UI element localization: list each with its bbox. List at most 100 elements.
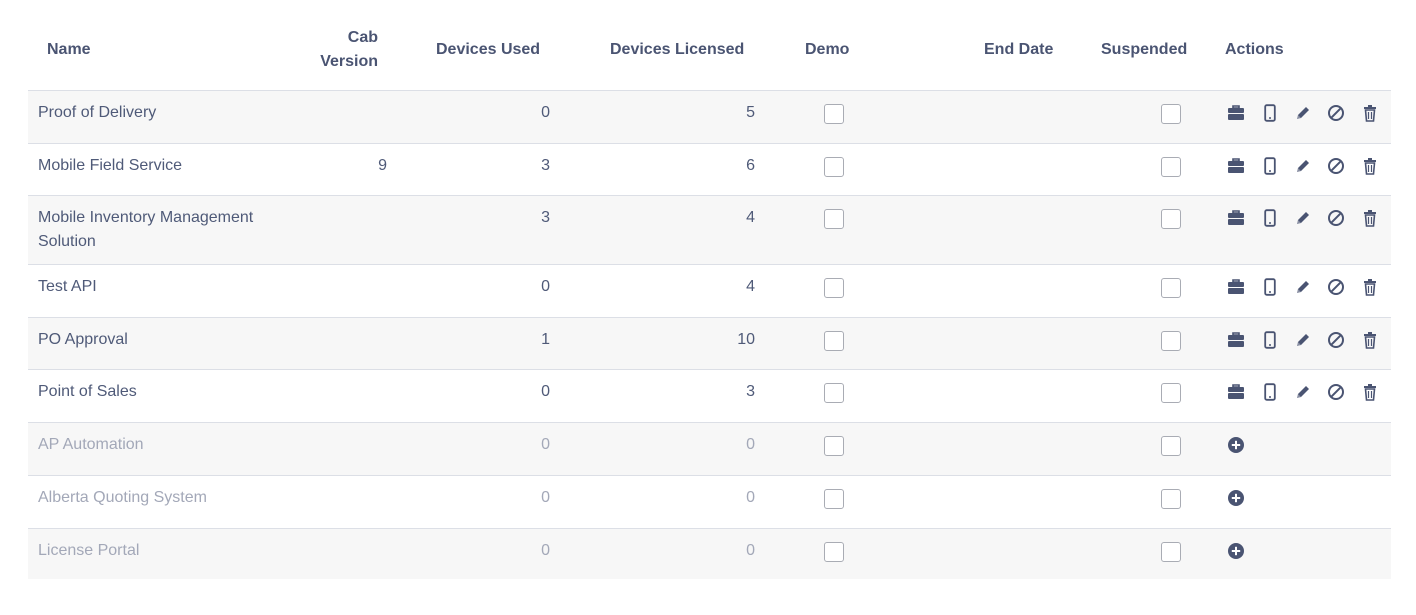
table-row: Mobile Inventory Management Solution 3 4 <box>28 196 1391 265</box>
devices-used: 0 <box>541 542 550 559</box>
mobile-device-icon[interactable] <box>1260 277 1280 297</box>
demo-checkbox[interactable] <box>824 542 844 562</box>
table-row: Test API 0 4 <box>28 265 1391 318</box>
pencil-edit-icon[interactable] <box>1293 277 1313 297</box>
header-actions: Actions <box>1225 41 1284 58</box>
plus-circle-icon[interactable] <box>1226 541 1246 561</box>
app-name: PO Approval <box>38 331 128 348</box>
table-row: Mobile Field Service 9 3 6 <box>28 144 1391 196</box>
ban-suspend-icon[interactable] <box>1326 156 1346 176</box>
devices-licensed: 0 <box>746 489 755 506</box>
devices-used: 0 <box>541 436 550 453</box>
suspended-checkbox[interactable] <box>1161 436 1181 456</box>
devices-licensed: 0 <box>746 436 755 453</box>
suspended-checkbox[interactable] <box>1161 157 1181 177</box>
header-devices-licensed[interactable]: Devices Licensed <box>610 38 744 62</box>
cab-version: 9 <box>378 157 387 174</box>
demo-checkbox[interactable] <box>824 331 844 351</box>
pencil-edit-icon[interactable] <box>1293 382 1313 402</box>
suspended-checkbox[interactable] <box>1161 209 1181 229</box>
table-header: Name Cab Version Devices Used Devices Li… <box>28 0 1391 91</box>
demo-checkbox[interactable] <box>824 209 844 229</box>
header-name[interactable]: Name <box>47 38 91 62</box>
briefcase-icon[interactable] <box>1226 277 1246 297</box>
header-end-date[interactable]: End Date <box>984 38 1053 62</box>
demo-checkbox[interactable] <box>824 383 844 403</box>
mobile-device-icon[interactable] <box>1260 156 1280 176</box>
app-name: Proof of Delivery <box>38 104 157 121</box>
trash-delete-icon[interactable] <box>1360 156 1380 176</box>
briefcase-icon[interactable] <box>1226 330 1246 350</box>
applications-table: Name Cab Version Devices Used Devices Li… <box>28 0 1391 579</box>
demo-checkbox[interactable] <box>824 489 844 509</box>
devices-licensed: 5 <box>746 104 755 121</box>
app-name: Alberta Quoting System <box>38 489 207 506</box>
plus-circle-icon[interactable] <box>1226 435 1246 455</box>
app-name: Point of Sales <box>38 383 137 400</box>
demo-checkbox[interactable] <box>824 436 844 456</box>
devices-licensed: 3 <box>746 383 755 400</box>
suspended-checkbox[interactable] <box>1161 542 1181 562</box>
demo-checkbox[interactable] <box>824 278 844 298</box>
briefcase-icon[interactable] <box>1226 208 1246 228</box>
app-name: Mobile Field Service <box>38 157 183 174</box>
table-row: Proof of Delivery 0 5 <box>28 91 1391 144</box>
suspended-checkbox[interactable] <box>1161 278 1181 298</box>
suspended-checkbox[interactable] <box>1161 331 1181 351</box>
devices-licensed: 0 <box>746 542 755 559</box>
header-suspended[interactable]: Suspended <box>1101 38 1187 62</box>
devices-licensed: 6 <box>746 157 755 174</box>
pencil-edit-icon[interactable] <box>1293 156 1313 176</box>
briefcase-icon[interactable] <box>1226 156 1246 176</box>
app-name: Mobile Inventory Management Solution <box>38 209 254 250</box>
suspended-checkbox[interactable] <box>1161 489 1181 509</box>
briefcase-icon[interactable] <box>1226 103 1246 123</box>
ban-suspend-icon[interactable] <box>1326 382 1346 402</box>
header-cab-line2[interactable]: Version <box>320 50 378 74</box>
header-devices-used[interactable]: Devices Used <box>436 38 540 62</box>
table-body: Proof of Delivery 0 5 Mobile Field Service 9… <box>28 91 1391 579</box>
devices-licensed: 4 <box>746 278 755 295</box>
trash-delete-icon[interactable] <box>1360 382 1380 402</box>
trash-delete-icon[interactable] <box>1360 208 1380 228</box>
mobile-device-icon[interactable] <box>1260 382 1280 402</box>
header-demo[interactable]: Demo <box>805 38 849 62</box>
devices-used: 1 <box>541 331 550 348</box>
devices-used: 0 <box>541 489 550 506</box>
ban-suspend-icon[interactable] <box>1326 277 1346 297</box>
suspended-checkbox[interactable] <box>1161 383 1181 403</box>
devices-used: 3 <box>541 209 550 226</box>
header-cab-line1[interactable]: Cab <box>348 26 378 50</box>
mobile-device-icon[interactable] <box>1260 103 1280 123</box>
suspended-checkbox[interactable] <box>1161 104 1181 124</box>
trash-delete-icon[interactable] <box>1360 277 1380 297</box>
table-row: License Portal 0 0 <box>28 529 1391 579</box>
table-row: Alberta Quoting System 0 0 <box>28 476 1391 529</box>
briefcase-icon[interactable] <box>1226 382 1246 402</box>
devices-licensed: 10 <box>737 331 755 348</box>
demo-checkbox[interactable] <box>824 104 844 124</box>
ban-suspend-icon[interactable] <box>1326 330 1346 350</box>
trash-delete-icon[interactable] <box>1360 330 1380 350</box>
ban-suspend-icon[interactable] <box>1326 103 1346 123</box>
devices-used: 0 <box>541 383 550 400</box>
table-row: Point of Sales 0 3 <box>28 370 1391 423</box>
app-name: AP Automation <box>38 436 144 453</box>
app-name: Test API <box>38 278 97 295</box>
table-row: PO Approval 1 10 <box>28 318 1391 370</box>
plus-circle-icon[interactable] <box>1226 488 1246 508</box>
demo-checkbox[interactable] <box>824 157 844 177</box>
pencil-edit-icon[interactable] <box>1293 330 1313 350</box>
mobile-device-icon[interactable] <box>1260 330 1280 350</box>
devices-used: 3 <box>541 157 550 174</box>
table-row: AP Automation 0 0 <box>28 423 1391 476</box>
trash-delete-icon[interactable] <box>1360 103 1380 123</box>
mobile-device-icon[interactable] <box>1260 208 1280 228</box>
ban-suspend-icon[interactable] <box>1326 208 1346 228</box>
pencil-edit-icon[interactable] <box>1293 103 1313 123</box>
pencil-edit-icon[interactable] <box>1293 208 1313 228</box>
devices-used: 0 <box>541 104 550 121</box>
app-name: License Portal <box>38 542 140 559</box>
devices-used: 0 <box>541 278 550 295</box>
devices-licensed: 4 <box>746 209 755 226</box>
